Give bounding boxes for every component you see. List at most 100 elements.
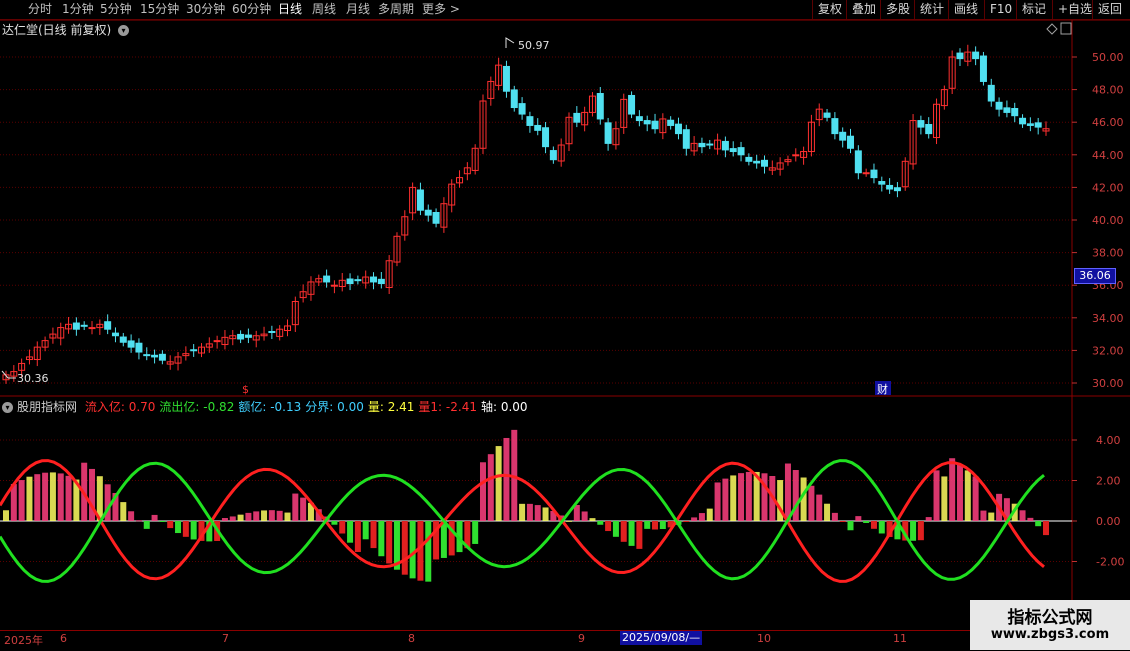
- candle-body: [190, 349, 198, 352]
- candle-body: [518, 103, 526, 115]
- finance-marker: 财: [877, 382, 888, 396]
- inflow-bar: [34, 474, 41, 521]
- candle-body: [1034, 122, 1042, 128]
- price-y-label-10: 30.00: [1092, 377, 1124, 390]
- candle-body: [674, 123, 682, 135]
- candle-body: [823, 112, 831, 118]
- candle-body: [651, 120, 659, 130]
- candle-body: [127, 340, 135, 348]
- inflow-bar: [855, 516, 862, 521]
- inflow-bar: [135, 520, 142, 522]
- outflow-bar: [652, 521, 659, 530]
- chart-canvas: 50.0048.0046.0044.0042.0040.0038.0036.00…: [0, 19, 1130, 630]
- outflow-bar: [339, 521, 346, 534]
- inflow-bar: [120, 502, 127, 521]
- candle-body: [870, 169, 878, 179]
- ind-y-label-3: -2.00: [1096, 556, 1124, 569]
- candle-body: [534, 124, 542, 131]
- outflow-bar: [910, 521, 917, 541]
- candle-body: [1026, 123, 1034, 126]
- inflow-bar: [534, 505, 541, 521]
- candle-body: [377, 278, 385, 285]
- inflow-bar: [26, 476, 33, 521]
- candle-body: [987, 84, 995, 102]
- inflow-bar: [784, 463, 791, 521]
- inflow-bar: [1019, 510, 1026, 521]
- inflow-bar: [237, 514, 244, 521]
- inflow-bar: [956, 464, 963, 521]
- inflow-bar: [487, 454, 494, 521]
- inflow-bar: [268, 510, 275, 521]
- inflow-bar: [831, 512, 838, 521]
- candle-body: [604, 122, 612, 144]
- candle-body: [667, 119, 675, 126]
- inflow-bar: [495, 446, 502, 521]
- inflow-bar: [526, 503, 533, 521]
- inflow-bar: [300, 497, 307, 521]
- inflow-bar: [964, 470, 971, 521]
- candle-body: [237, 333, 245, 340]
- candle-body: [549, 150, 557, 161]
- candle-body: [119, 336, 127, 343]
- inflow-bar: [49, 472, 56, 521]
- candle-body: [1003, 107, 1011, 113]
- indicator-param-1: 流出亿: -0.82: [159, 400, 235, 414]
- candle-body: [979, 55, 987, 82]
- inflow-bar: [745, 471, 752, 521]
- candle-body: [416, 189, 424, 211]
- candle-body: [729, 148, 737, 153]
- candle-body: [995, 101, 1003, 110]
- inflow-bar: [542, 507, 549, 521]
- low-marker-label: 30.36: [17, 372, 49, 385]
- x-axis-label-0: 2025年: [4, 634, 43, 647]
- indicator-param-5: 量1: -2.41: [418, 400, 477, 414]
- candle-body: [1019, 117, 1027, 125]
- inflow-bar: [151, 514, 158, 521]
- candle-body: [213, 340, 221, 343]
- candle-body: [370, 276, 378, 283]
- inflow-bar: [925, 517, 932, 521]
- dropdown-chevron-icon[interactable]: ▾: [118, 25, 130, 36]
- outflow-bar: [143, 521, 150, 529]
- candle-body: [502, 65, 510, 92]
- inflow-bar: [941, 476, 948, 521]
- inflow-bar: [808, 485, 815, 521]
- outflow-bar: [175, 521, 182, 534]
- candle-body: [158, 353, 166, 361]
- candle-body: [104, 321, 112, 330]
- inflow-bar: [42, 472, 49, 521]
- inflow-bar: [245, 512, 252, 521]
- inflow-bar: [972, 476, 979, 521]
- watermark-line2: www.zbgs3.com: [990, 627, 1110, 642]
- candle-body: [956, 52, 964, 60]
- inflow-bar: [1027, 517, 1034, 521]
- inflow-bar: [89, 468, 96, 521]
- candle-body: [698, 142, 706, 148]
- inflow-bar: [792, 470, 799, 521]
- ind-y-label-1: 2.00: [1096, 475, 1121, 488]
- outflow-bar: [612, 521, 619, 537]
- candle-body: [972, 51, 980, 60]
- candle-body: [323, 275, 331, 283]
- candle-body: [745, 156, 753, 162]
- candle-body: [542, 127, 550, 148]
- candle-body: [596, 93, 604, 120]
- candle-body: [151, 354, 159, 358]
- x-axis-label-4: 9: [578, 632, 585, 645]
- inflow-bar: [691, 517, 698, 521]
- outflow-bar: [167, 521, 174, 529]
- inflow-bar: [988, 512, 995, 521]
- outflow-bar: [620, 521, 627, 542]
- inflow-bar: [3, 510, 9, 521]
- indicator-dropdown-icon[interactable]: ▾: [2, 402, 13, 413]
- outflow-bar: [182, 521, 189, 537]
- candle-body: [635, 116, 643, 122]
- candle-body: [854, 150, 862, 174]
- current-price-box: 36.06: [1074, 268, 1116, 284]
- inflow-bar: [519, 503, 526, 521]
- price-y-label-2: 46.00: [1092, 116, 1124, 129]
- inflow-bar: [730, 475, 737, 521]
- inflow-bar: [479, 462, 486, 521]
- outflow-bar: [847, 521, 854, 531]
- outflow-bar: [190, 521, 197, 540]
